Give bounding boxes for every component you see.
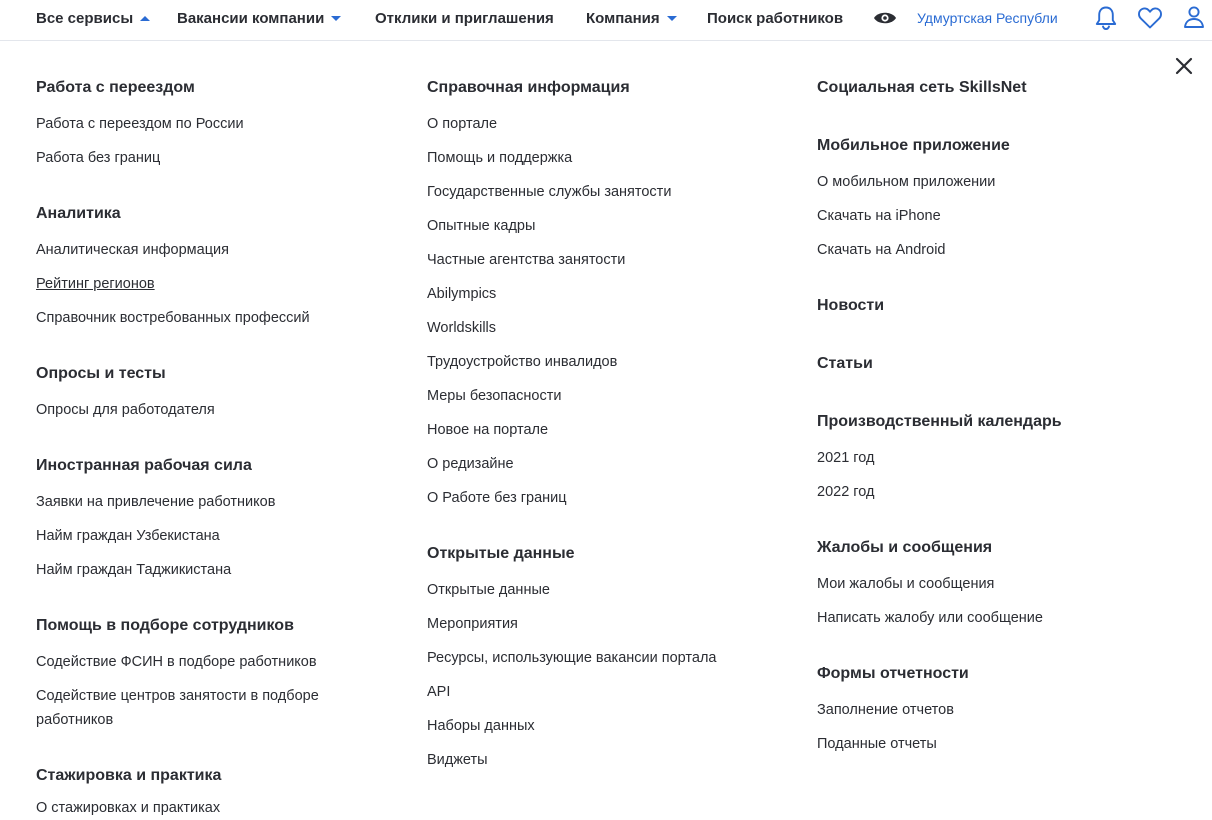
menu-link[interactable]: Заполнение отчетов xyxy=(817,698,954,722)
menu-link[interactable]: Меры безопасности xyxy=(427,384,562,408)
menu-link[interactable]: Трудоустройство инвалидов xyxy=(427,350,617,374)
group-title-foreign-workforce: Иностранная рабочая сила xyxy=(36,457,252,474)
bell-icon[interactable] xyxy=(1094,5,1118,31)
menu-link[interactable]: Опросы для работодателя xyxy=(36,398,215,422)
menu-link[interactable]: Аналитическая информация xyxy=(36,238,229,262)
group-title-articles[interactable]: Статьи xyxy=(817,354,873,374)
menu-link[interactable]: О Работе без границ xyxy=(427,486,567,510)
menu-link[interactable]: Работа с переездом по России xyxy=(36,112,244,136)
menu-link[interactable]: 2022 год xyxy=(817,480,874,504)
menu-link[interactable]: Государственные службы занятости xyxy=(427,180,671,204)
nav-responses-invitations[interactable]: Отклики и приглашения xyxy=(375,0,554,36)
caret-up-icon xyxy=(140,15,151,21)
menu-link[interactable]: Поданные отчеты xyxy=(817,732,937,756)
menu-link[interactable]: Мои жалобы и сообщения xyxy=(817,572,994,596)
menu-link[interactable]: Найм граждан Таджикистана xyxy=(36,558,231,582)
group-title-complaints: Жалобы и сообщения xyxy=(817,539,993,556)
caret-down-icon xyxy=(666,15,677,21)
menu-link[interactable]: Открытые данные xyxy=(427,578,550,602)
menu-link[interactable]: Справочник востребованных профессий xyxy=(36,306,310,330)
group-title-open-data: Открытые данные xyxy=(427,545,575,562)
top-navigation-bar: Все сервисы Вакансии компании Отклики и … xyxy=(0,0,1212,41)
nav-search-workers-label: Поиск работников xyxy=(707,9,844,27)
group-title-analytics: Аналитика xyxy=(36,205,121,222)
group-title-production-calendar: Производственный календарь xyxy=(817,413,1062,430)
nav-company-vacancies-label: Вакансии компании xyxy=(177,9,325,27)
group-title-recruitment-help: Помощь в подборе сотрудников xyxy=(36,617,294,634)
menu-link[interactable]: Мероприятия xyxy=(427,612,518,636)
menu-link[interactable]: О стажировках и практиках xyxy=(36,796,220,820)
menu-link[interactable]: Заявки на привлечение работников xyxy=(36,490,275,514)
eye-icon[interactable] xyxy=(873,9,897,27)
region-selector[interactable]: Удмуртская Республика xyxy=(917,0,1057,36)
menu-link[interactable]: Помощь и поддержка xyxy=(427,146,572,170)
close-icon[interactable] xyxy=(1173,55,1195,77)
group-title-surveys: Опросы и тесты xyxy=(36,365,166,382)
group-title-internship: Стажировка и практика xyxy=(36,767,222,784)
user-icon[interactable] xyxy=(1183,5,1205,29)
menu-link[interactable]: Частные агентства занятости xyxy=(427,248,625,272)
menu-link[interactable]: Скачать на iPhone xyxy=(817,204,941,228)
menu-link[interactable]: О редизайне xyxy=(427,452,514,476)
caret-down-icon xyxy=(331,15,342,21)
menu-link[interactable]: О мобильном приложении xyxy=(817,170,995,194)
nav-responses-label: Отклики и приглашения xyxy=(375,9,554,27)
menu-link[interactable]: API xyxy=(427,680,450,704)
group-title-reporting-forms: Формы отчетности xyxy=(817,665,969,682)
menu-link[interactable]: Работа без границ xyxy=(36,146,160,170)
group-title-skillsnet[interactable]: Социальная сеть SkillsNet xyxy=(817,78,1027,98)
menu-link[interactable]: Написать жалобу или сообщение xyxy=(817,606,1043,630)
group-title-news[interactable]: Новости xyxy=(817,296,884,316)
nav-company[interactable]: Компания xyxy=(586,0,677,36)
menu-link[interactable]: Содействие ФСИН в подборе работников xyxy=(36,650,317,674)
menu-link[interactable]: Наборы данных xyxy=(427,714,535,738)
menu-link[interactable]: 2021 год xyxy=(817,446,874,470)
menu-link[interactable]: Новое на портале xyxy=(427,418,548,442)
nav-company-label: Компания xyxy=(586,9,660,27)
menu-link[interactable]: О портале xyxy=(427,112,497,136)
menu-link[interactable]: Виджеты xyxy=(427,748,488,772)
menu-link-regions-rating[interactable]: Рейтинг регионов xyxy=(36,272,155,296)
group-title-mobile-app: Мобильное приложение xyxy=(817,137,1010,154)
nav-company-vacancies[interactable]: Вакансии компании xyxy=(177,0,342,36)
menu-link[interactable]: Abilympics xyxy=(427,282,496,306)
nav-all-services-label: Все сервисы xyxy=(36,9,134,27)
menu-link[interactable]: Содействие центров занятости в подборе р… xyxy=(36,684,366,732)
menu-link[interactable]: Найм граждан Узбекистана xyxy=(36,524,220,548)
heart-icon[interactable] xyxy=(1137,6,1163,30)
group-title-relocation: Работа с переездом xyxy=(36,79,195,96)
menu-link[interactable]: Опытные кадры xyxy=(427,214,535,238)
menu-link[interactable]: Ресурсы, использующие вакансии портала xyxy=(427,646,716,670)
group-title-reference-info: Справочная информация xyxy=(427,79,630,96)
menu-link[interactable]: Worldskills xyxy=(427,316,496,340)
nav-all-services[interactable]: Все сервисы xyxy=(36,0,151,36)
nav-search-workers[interactable]: Поиск работников xyxy=(707,0,843,36)
menu-link[interactable]: Скачать на Android xyxy=(817,238,945,262)
